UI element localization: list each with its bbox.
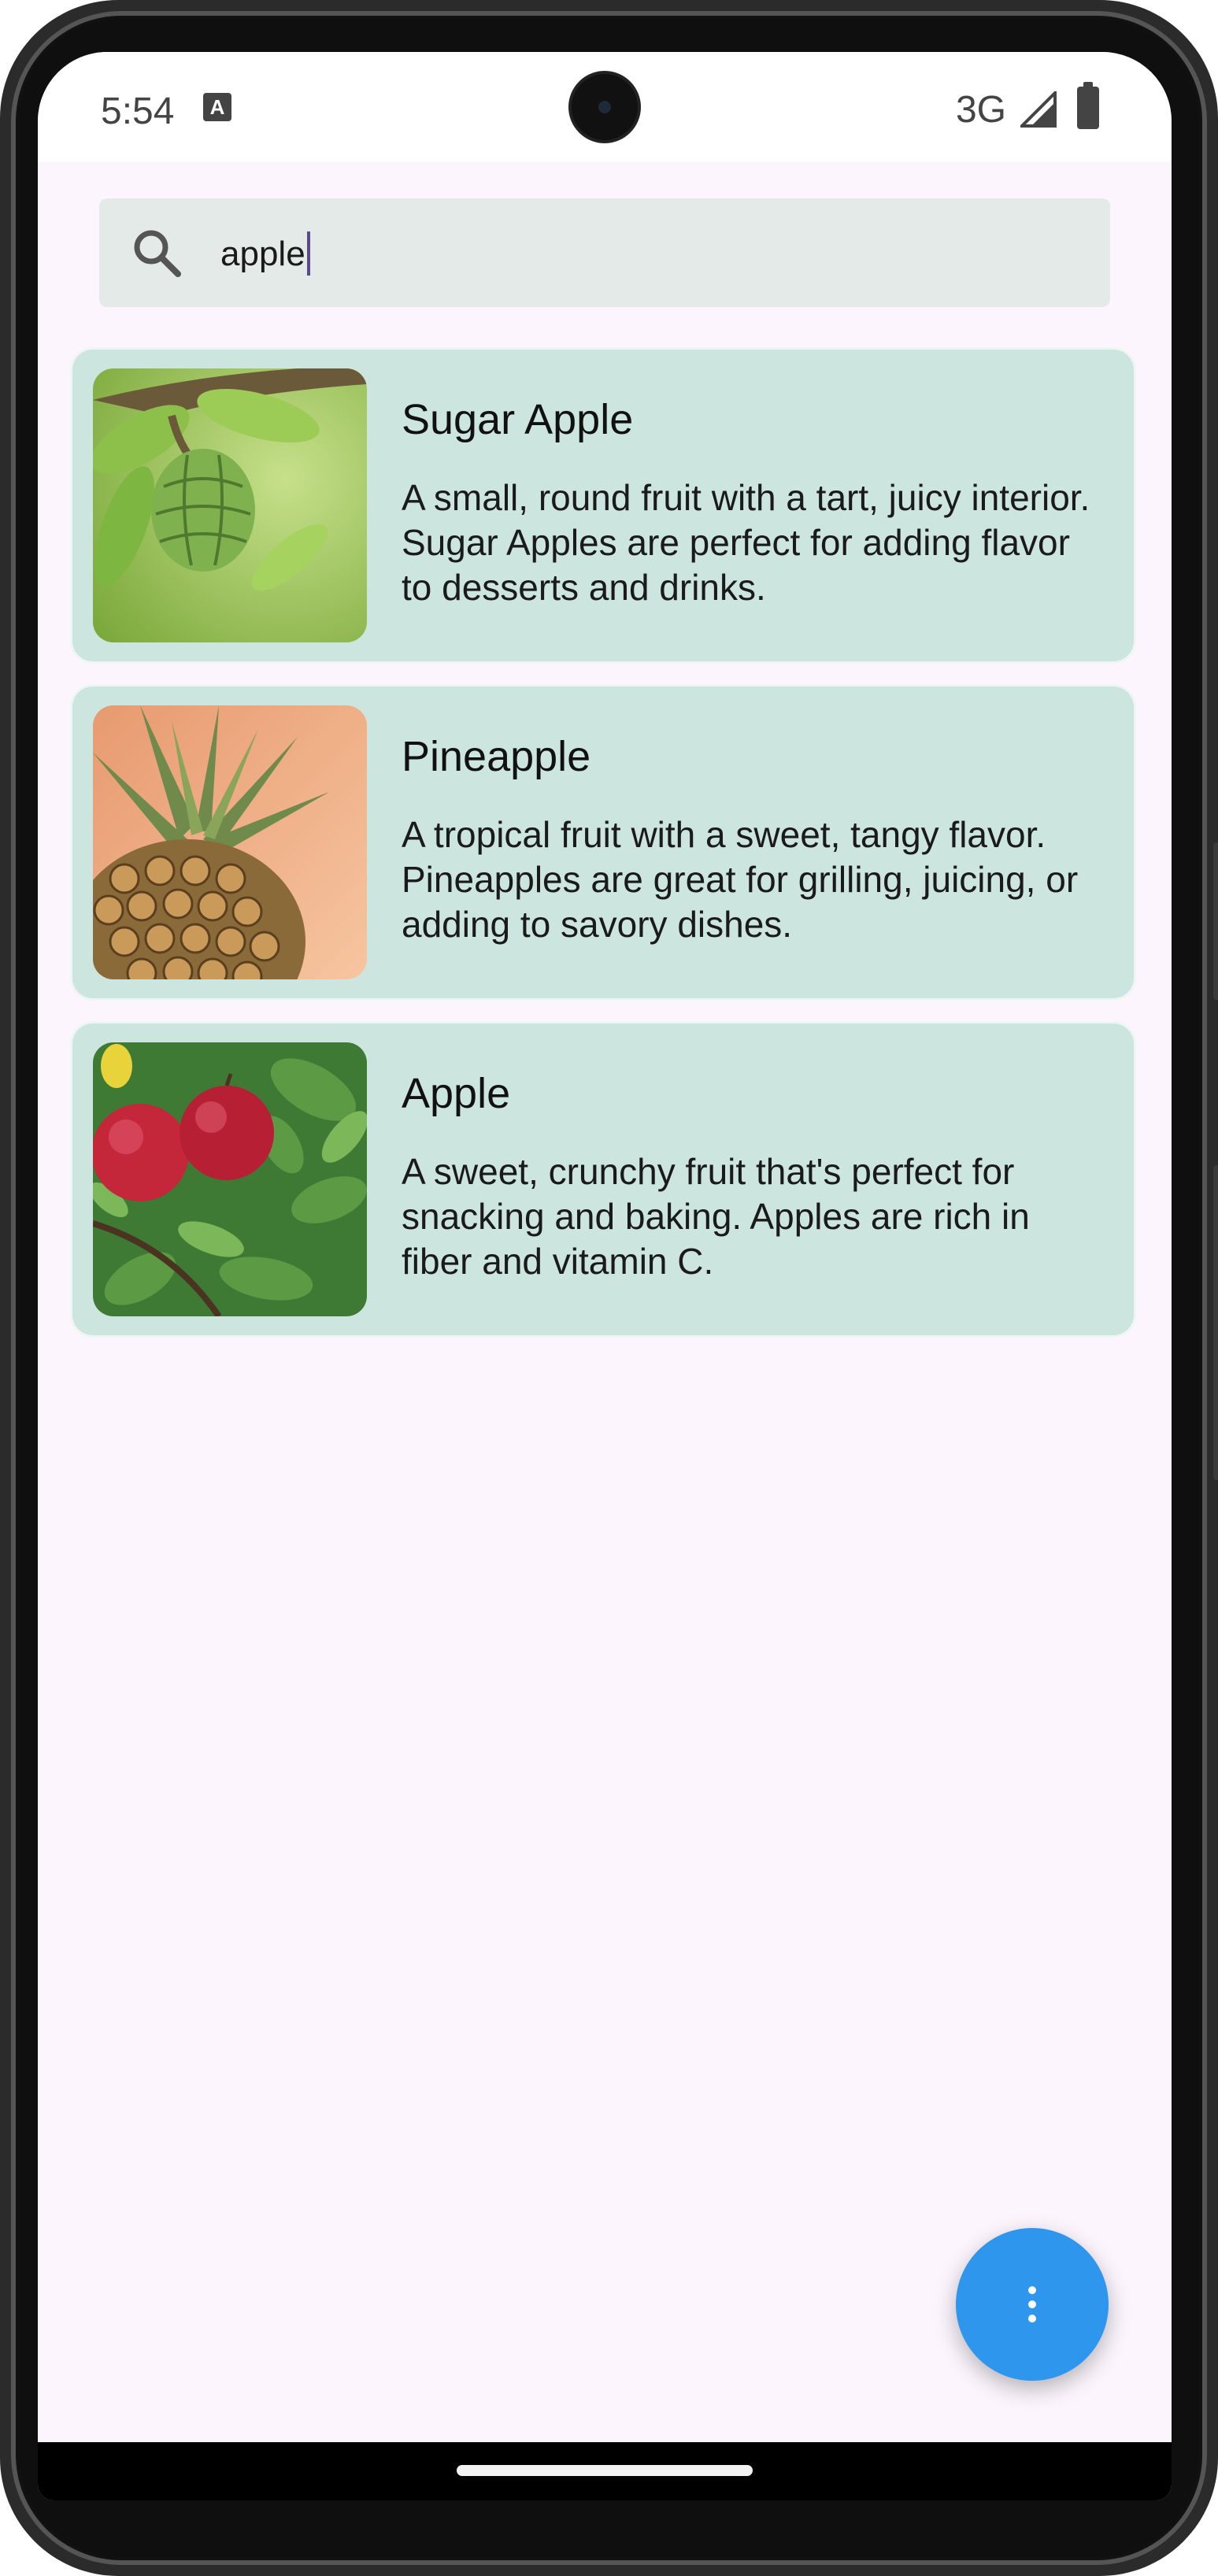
search-query: apple xyxy=(220,235,305,273)
home-indicator[interactable] xyxy=(457,2465,753,2476)
card-description: A small, round fruit with a tart, juicy … xyxy=(402,477,1090,608)
status-bar: 5:54 A 3G xyxy=(38,52,1172,162)
network-type: 3G xyxy=(955,89,1006,131)
signal-icon xyxy=(1020,91,1057,128)
card-title: Apple xyxy=(402,1070,511,1117)
sugar-apple-photo xyxy=(93,368,367,642)
search-input[interactable]: apple xyxy=(220,231,310,276)
search-bar[interactable]: apple xyxy=(99,198,1110,307)
pineapple-photo xyxy=(93,705,367,979)
battery-icon xyxy=(1077,82,1099,129)
result-card-sugar-apple[interactable]: Sugar Apple A small, round fruit with a … xyxy=(72,350,1134,661)
apple-photo xyxy=(93,1042,367,1316)
result-card-pineapple[interactable]: Pineapple A tropical fruit with a sweet,… xyxy=(72,687,1134,998)
status-time: 5:54 xyxy=(101,91,175,132)
card-description: A tropical fruit with a sweet, tangy fla… xyxy=(402,814,1079,945)
search-icon[interactable] xyxy=(131,227,183,279)
power-button xyxy=(1213,1165,1218,1480)
card-title: Pineapple xyxy=(402,733,591,780)
text-caret xyxy=(306,231,310,276)
more-vert-icon xyxy=(1027,2286,1037,2322)
phone-frame: 5:54 A 3G apple Sugar Apple A small, rou… xyxy=(0,0,1218,2576)
card-description: A sweet, crunchy fruit that's perfect fo… xyxy=(402,1151,1030,1282)
volume-button xyxy=(1213,842,1218,1000)
front-camera xyxy=(572,74,638,140)
result-card-apple[interactable]: Apple A sweet, crunchy fruit that's perf… xyxy=(72,1023,1134,1335)
screen: 5:54 A 3G apple Sugar Apple A small, rou… xyxy=(38,52,1172,2500)
card-title: Sugar Apple xyxy=(402,396,634,443)
more-options-fab[interactable] xyxy=(956,2228,1109,2381)
keyboard-notification-icon: A xyxy=(203,93,231,121)
